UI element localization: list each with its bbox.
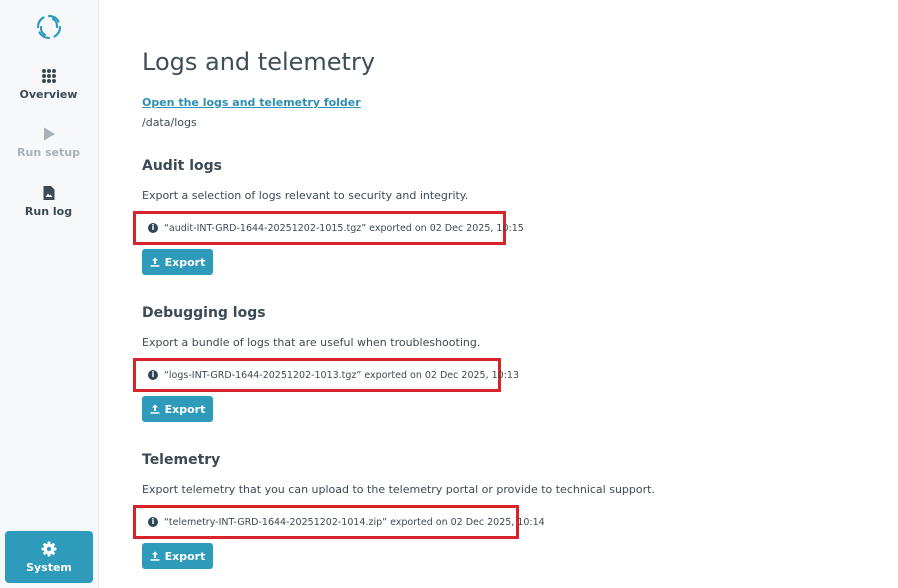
section-title: Debugging logs xyxy=(142,305,266,321)
grid-icon xyxy=(41,69,56,83)
sidebar-item-label: Overview xyxy=(19,88,78,101)
export-button-label: Export xyxy=(164,549,206,563)
export-status: i “logs-INT-GRD-1644-20251202-1013.tgz” … xyxy=(133,358,519,392)
export-status-text: “logs-INT-GRD-1644-20251202-1013.tgz” ex… xyxy=(164,369,519,381)
sidebar: Overview Run setup Run log System xyxy=(0,0,99,588)
export-button-label: Export xyxy=(164,402,206,416)
folder-path: /data/logs xyxy=(142,116,197,129)
page-title: Logs and telemetry xyxy=(142,48,376,76)
info-icon: i xyxy=(148,223,158,233)
export-status: i “telemetry-INT-GRD-1644-20251202-1014.… xyxy=(133,505,545,539)
gear-icon xyxy=(41,541,57,557)
info-icon: i xyxy=(148,517,158,527)
export-button-label: Export xyxy=(164,255,206,269)
sidebar-item-overview[interactable]: Overview xyxy=(0,68,97,101)
export-status-text: “audit-INT-GRD-1644-20251202-1015.tgz” e… xyxy=(164,222,524,234)
sidebar-item-run-log[interactable]: Run log xyxy=(0,185,97,218)
info-icon: i xyxy=(148,370,158,380)
upload-icon xyxy=(150,551,160,561)
section-title: Telemetry xyxy=(142,452,221,468)
export-debugging-logs-button[interactable]: Export xyxy=(142,396,213,422)
section-description: Export telemetry that you can upload to … xyxy=(142,483,655,496)
sidebar-item-label: Run log xyxy=(24,205,73,218)
sidebar-item-label: System xyxy=(26,561,72,574)
export-telemetry-button[interactable]: Export xyxy=(142,543,213,569)
export-status: i “audit-INT-GRD-1644-20251202-1015.tgz”… xyxy=(133,211,524,245)
document-icon xyxy=(43,186,54,200)
sidebar-item-system[interactable]: System xyxy=(5,531,93,583)
upload-icon xyxy=(150,257,160,267)
play-icon xyxy=(43,127,55,141)
open-folder-link[interactable]: Open the logs and telemetry folder xyxy=(142,96,361,109)
section-description: Export a bundle of logs that are useful … xyxy=(142,336,481,349)
export-status-text: “telemetry-INT-GRD-1644-20251202-1014.zi… xyxy=(164,516,545,528)
section-title: Audit logs xyxy=(142,158,222,174)
app-logo-icon xyxy=(36,14,62,40)
export-audit-logs-button[interactable]: Export xyxy=(142,249,213,275)
sidebar-item-label: Run setup xyxy=(17,146,80,159)
upload-icon xyxy=(150,404,160,414)
section-description: Export a selection of logs relevant to s… xyxy=(142,189,469,202)
sidebar-item-run-setup[interactable]: Run setup xyxy=(0,126,97,159)
